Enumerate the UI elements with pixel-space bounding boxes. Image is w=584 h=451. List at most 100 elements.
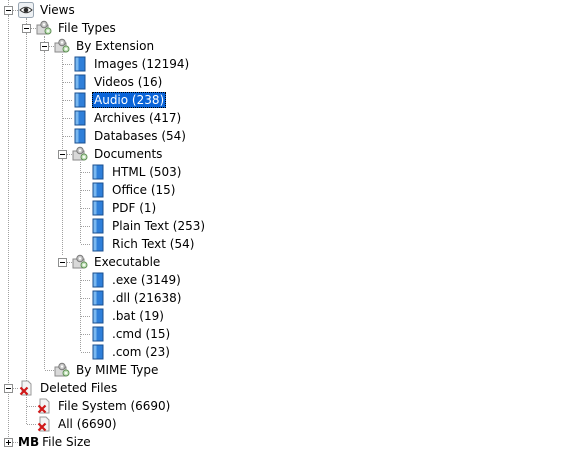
file-icon — [90, 236, 106, 252]
eye-icon — [18, 2, 34, 18]
tree-node-label: Deleted Files — [40, 381, 118, 395]
tree-node-label: Plain Text (253) — [112, 219, 206, 233]
folder-gears-icon — [54, 362, 70, 378]
folder-gears-icon — [72, 254, 88, 270]
deleted-file-icon — [18, 380, 34, 396]
tree-line — [81, 244, 90, 245]
collapse-toggle-by-extension[interactable] — [40, 42, 49, 51]
tree-node-label: HTML (503) — [112, 165, 182, 179]
collapse-toggle-views[interactable] — [4, 6, 13, 15]
tree-line — [81, 352, 90, 353]
tree-node-label: Rich Text (54) — [112, 237, 195, 251]
tree-node-file-size[interactable]: MB File Size — [18, 433, 93, 451]
tree-node-dll[interactable]: .dll (21638) — [90, 289, 183, 307]
collapse-toggle-executable[interactable] — [58, 258, 67, 267]
folder-gears-icon — [54, 38, 70, 54]
tree-node-plain-text[interactable]: Plain Text (253) — [90, 217, 207, 235]
tree-node-images[interactable]: Images (12194) — [72, 55, 191, 73]
tree-node-file-system[interactable]: File System (6690) — [36, 397, 172, 415]
tree-node-views[interactable]: Views — [18, 1, 77, 19]
tree-node-file-types[interactable]: File Types — [36, 19, 118, 37]
collapse-toggle-documents[interactable] — [58, 150, 67, 159]
tree-line — [45, 370, 54, 371]
tree-line — [81, 226, 90, 227]
tree-line — [8, 0, 9, 5]
tree-node-label: Databases (54) — [94, 129, 186, 143]
tree-node-label: All (6690) — [58, 417, 117, 431]
tree-node-label: .com (23) — [112, 345, 170, 359]
tree-node-label: Office (15) — [112, 183, 176, 197]
tree-node-bat[interactable]: .bat (19) — [90, 307, 166, 325]
tree-line — [62, 159, 63, 255]
tree-node-executable[interactable]: Executable — [72, 253, 162, 271]
tree-line — [63, 64, 72, 65]
tree-node-label: By Extension — [76, 39, 155, 53]
file-icon — [72, 56, 88, 72]
file-icon — [90, 218, 106, 234]
file-icon — [90, 200, 106, 216]
tree-line — [63, 82, 72, 83]
file-icon — [90, 308, 106, 324]
file-icon — [90, 344, 106, 360]
file-icon — [90, 326, 106, 342]
file-icon — [90, 290, 106, 306]
tree-node-by-mime-type[interactable]: By MIME Type — [54, 361, 160, 379]
tree-line — [26, 33, 27, 387]
tree-line — [62, 54, 63, 149]
file-icon — [72, 74, 88, 90]
deleted-file-icon — [36, 398, 52, 414]
tree-node-label: Archives (417) — [94, 111, 182, 125]
tree-node-office[interactable]: Office (15) — [90, 181, 177, 199]
file-icon — [90, 272, 106, 288]
tree-line — [8, 15, 9, 441]
folder-gears-icon — [72, 146, 88, 162]
file-icon — [90, 182, 106, 198]
tree-node-databases[interactable]: Databases (54) — [72, 127, 188, 145]
tree-line — [81, 316, 90, 317]
tree-line — [81, 298, 90, 299]
tree-line — [81, 172, 90, 173]
file-icon — [72, 110, 88, 126]
tree-node-documents[interactable]: Documents — [72, 145, 164, 163]
tree-node-label: Videos (16) — [94, 75, 163, 89]
mb-icon: MB — [18, 435, 40, 449]
file-icon — [72, 128, 88, 144]
collapse-toggle-file-types[interactable] — [22, 24, 31, 33]
folder-gears-icon — [36, 20, 52, 36]
tree-node-label: File Size — [42, 435, 91, 449]
tree-node-label: Documents — [94, 147, 163, 161]
tree-node-rich-text[interactable]: Rich Text (54) — [90, 235, 196, 253]
tree-node-label: .bat (19) — [112, 309, 164, 323]
tree-node-pdf[interactable]: PDF (1) — [90, 199, 158, 217]
tree-node-cmd[interactable]: .cmd (15) — [90, 325, 172, 343]
tree-node-html[interactable]: HTML (503) — [90, 163, 183, 181]
tree-line — [81, 334, 90, 335]
tree-node-label: By MIME Type — [76, 363, 159, 377]
file-icon — [72, 92, 88, 108]
tree-node-label: .dll (21638) — [112, 291, 182, 305]
tree-node-deleted-files[interactable]: Deleted Files — [18, 379, 119, 397]
tree-node-label: Images (12194) — [94, 57, 190, 71]
expand-toggle-file-size[interactable] — [4, 438, 13, 447]
tree-node-archives[interactable]: Archives (417) — [72, 109, 183, 127]
tree-line — [63, 136, 72, 137]
collapse-toggle-deleted-files[interactable] — [4, 384, 13, 393]
tree-node-videos[interactable]: Videos (16) — [72, 73, 164, 91]
tree-node-exe[interactable]: .exe (3149) — [90, 271, 183, 289]
tree-node-all[interactable]: All (6690) — [36, 415, 119, 433]
tree-node-label: Audio (238) — [92, 92, 167, 108]
tree-line — [81, 280, 90, 281]
tree-node-label: PDF (1) — [112, 201, 157, 215]
tree-line — [27, 424, 36, 425]
tree-node-audio[interactable]: Audio (238) — [72, 91, 167, 109]
tree-node-by-extension[interactable]: By Extension — [54, 37, 156, 55]
tree-line — [81, 190, 90, 191]
tree-view: Views File Types By Extension Images (12… — [0, 0, 584, 449]
tree-node-label: Executable — [94, 255, 161, 269]
tree-node-com[interactable]: .com (23) — [90, 343, 172, 361]
tree-node-label: File Types — [58, 21, 116, 35]
tree-line — [27, 406, 36, 407]
tree-node-label: File System (6690) — [58, 399, 171, 413]
tree-node-label: Views — [40, 3, 75, 17]
file-icon — [90, 164, 106, 180]
